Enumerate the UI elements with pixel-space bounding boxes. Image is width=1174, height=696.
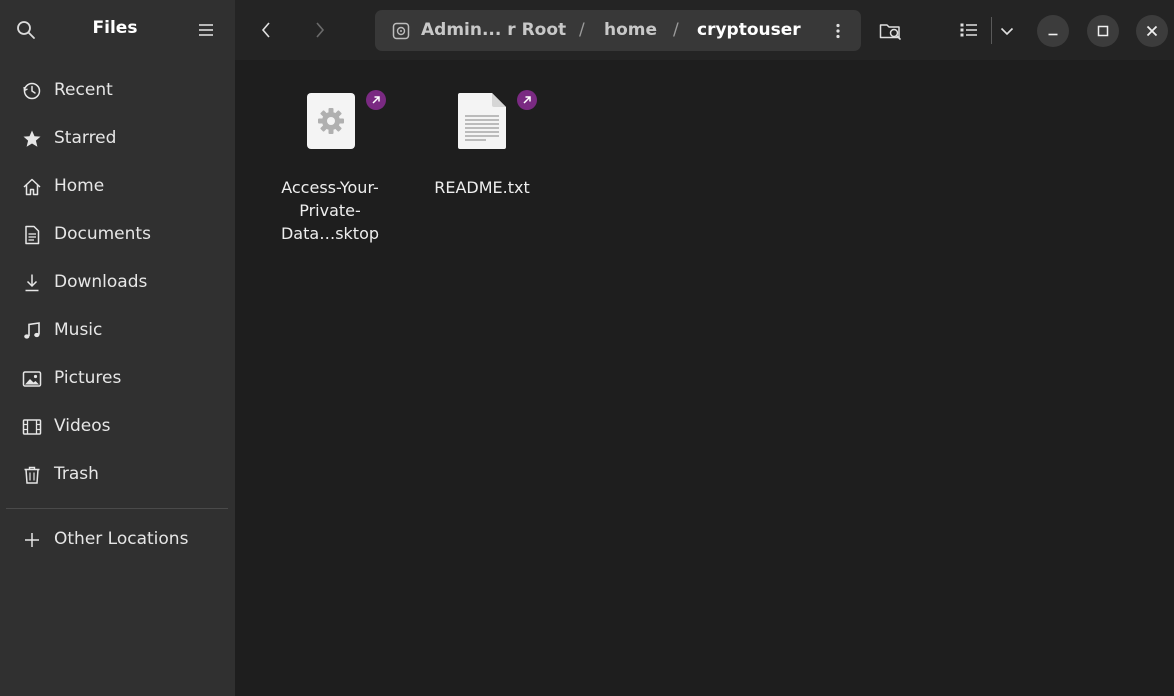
plus-icon [25,533,39,547]
file-name: README.txt [417,176,547,199]
forward-button[interactable] [306,16,334,44]
download-icon [25,274,39,292]
sidebar-item-downloads[interactable]: Downloads [6,262,228,302]
picture-icon [22,371,42,387]
sidebar-item-label: Recent [54,80,113,100]
file-name-line: README.txt [434,178,530,197]
file-name-line: Data…sktop [280,224,380,243]
chevron-down-icon [1000,27,1014,36]
sidebar: Files Recent Starred Home Documents Down… [0,0,235,696]
minimize-icon [1048,33,1058,36]
breadcrumb-separator: / [579,20,585,40]
close-icon [1146,25,1158,37]
maximize-button[interactable] [1087,15,1119,47]
breadcrumb-separator: / [673,20,679,40]
sidebar-item-home[interactable]: Home [6,166,228,206]
view-button-divider [991,17,992,44]
sidebar-item-label: Home [54,176,105,196]
sidebar-item-label: Downloads [54,272,148,292]
sidebar-item-label: Videos [54,416,111,436]
sidebar-item-label: Trash [54,464,99,484]
sidebar-item-music[interactable]: Music [6,310,228,350]
sidebar-item-label: Pictures [54,368,122,388]
breadcrumb-current[interactable]: cryptouser [697,20,801,40]
maximize-icon [1097,25,1109,37]
sidebar-item-videos[interactable]: Videos [6,406,228,446]
music-icon [24,322,40,339]
sidebar-item-recent[interactable]: Recent [6,70,228,110]
main-menu-button[interactable] [192,16,220,44]
film-icon [22,419,42,435]
close-button[interactable] [1136,15,1168,47]
hamburger-menu-icon [199,24,213,36]
sidebar-item-label: Documents [54,224,151,244]
breadcrumb-home[interactable]: home [604,20,657,40]
chevron-left-icon [261,22,270,38]
home-icon [23,178,41,196]
sidebar-item-documents[interactable]: Documents [6,214,228,254]
list-view-icon [960,23,977,37]
sidebar-item-other-locations[interactable]: Other Locations [6,519,228,559]
minimize-button[interactable] [1037,15,1069,47]
breadcrumb-root[interactable]: Admin... r Root [421,20,566,40]
sidebar-item-pictures[interactable]: Pictures [6,358,228,398]
drive-icon [392,22,410,40]
vertical-ellipsis-icon [836,23,840,39]
file-name: Access-Your- Private- Data…sktop [265,176,395,245]
file-name-line: Private- [299,201,361,220]
sidebar-item-trash[interactable]: Trash [6,454,228,494]
back-button[interactable] [252,16,280,44]
sidebar-item-label: Music [54,320,103,340]
sidebar-item-starred[interactable]: Starred [6,118,228,158]
trash-icon [24,466,40,484]
path-bar: Admin... r Root / home / cryptouser [375,10,861,51]
file-view: Access-Your- Private- Data…sktop README.… [235,60,1174,696]
sidebar-item-label: Other Locations [54,529,189,549]
text-file-icon [458,93,506,149]
settings-file-icon [307,93,355,149]
symlink-arrow-icon [366,90,386,110]
clock-icon [23,82,41,100]
list-view-button[interactable] [955,16,983,44]
search-in-folder-button[interactable] [876,16,906,46]
folder-search-icon [879,24,901,40]
sidebar-header: Files [0,0,235,60]
star-icon [23,130,41,147]
symlink-arrow-icon [517,90,537,110]
sidebar-divider [6,508,228,509]
chevron-right-icon [316,22,325,38]
file-name-line: Access-Your- [281,178,379,197]
document-icon [25,225,40,245]
view-options-button[interactable] [996,18,1018,44]
path-menu-button[interactable] [825,18,851,44]
sidebar-item-label: Starred [54,128,117,148]
